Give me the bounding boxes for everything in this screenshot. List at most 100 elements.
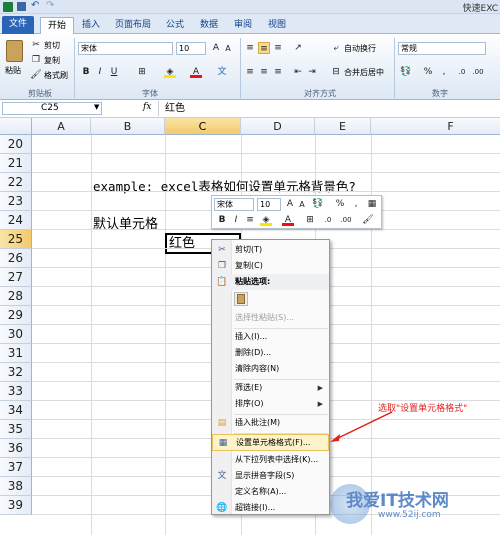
format-painter-icon[interactable]: 🖌 — [362, 214, 374, 226]
merge-center-label[interactable]: 合并后居中 — [344, 67, 384, 78]
column-header-c[interactable]: C — [165, 118, 241, 135]
row-header-25[interactable]: 25 — [0, 230, 32, 249]
menu-item-filter[interactable]: 筛选(E) ▶ — [212, 380, 329, 396]
menu-item-format-cells[interactable]: ▦ 设置单元格格式(F)... — [212, 434, 329, 451]
redo-icon[interactable]: ↷ — [46, 0, 54, 11]
underline-button[interactable]: U — [108, 66, 120, 78]
accounting-icon[interactable]: 💱 — [312, 198, 324, 210]
tab-formulas[interactable]: 公式 — [160, 17, 190, 34]
copy-icon[interactable]: ❐ — [30, 54, 42, 66]
fill-color-icon[interactable]: ◈ — [164, 66, 176, 78]
bold-button[interactable]: B — [80, 66, 92, 78]
tab-insert[interactable]: 插入 — [76, 17, 106, 34]
menu-item-cut[interactable]: ✂ 剪切(T) — [212, 242, 329, 258]
save-icon[interactable] — [17, 2, 26, 11]
cut-label[interactable]: 剪切 — [44, 40, 60, 51]
row-header-20[interactable]: 20 — [0, 135, 32, 154]
row-header-32[interactable]: 32 — [0, 363, 32, 382]
column-header-b[interactable]: B — [91, 118, 165, 135]
row-header-21[interactable]: 21 — [0, 154, 32, 173]
align-top-icon[interactable]: ≡ — [244, 42, 256, 54]
row-header-35[interactable]: 35 — [0, 420, 32, 439]
increase-decimal-icon[interactable]: .0 — [456, 66, 468, 78]
cell-b24[interactable]: 默认单元格 — [93, 215, 158, 234]
decrease-decimal-icon[interactable]: .00 — [340, 214, 352, 226]
tab-file[interactable]: 文件 — [2, 16, 34, 34]
mini-bold-button[interactable]: B — [216, 214, 228, 226]
increase-indent-icon[interactable]: ⇥ — [306, 66, 318, 78]
menu-item-sort[interactable]: 排序(O) ▶ — [212, 396, 329, 412]
tab-home[interactable]: 开始 — [40, 17, 74, 34]
align-middle-icon[interactable]: ≡ — [258, 42, 270, 54]
format-painter-icon[interactable]: 🖌 — [30, 69, 42, 81]
font-color-icon[interactable]: A — [282, 214, 294, 226]
borders-icon[interactable]: ⊞ — [136, 66, 148, 78]
row-header-31[interactable]: 31 — [0, 344, 32, 363]
menu-item-hyperlink[interactable]: 🌐 超链接(I)... — [212, 500, 329, 516]
row-header-38[interactable]: 38 — [0, 477, 32, 496]
chevron-down-icon[interactable]: ▼ — [94, 103, 99, 111]
borders-icon[interactable]: ⊞ — [304, 214, 316, 226]
paste-button[interactable]: 粘贴 — [3, 38, 27, 82]
number-format-combo[interactable]: 常规 — [398, 42, 486, 55]
menu-item-delete[interactable]: 删除(D)... — [212, 345, 329, 361]
row-header-37[interactable]: 37 — [0, 458, 32, 477]
undo-icon[interactable]: ↶ — [31, 0, 39, 11]
column-header-f[interactable]: F — [371, 118, 500, 135]
mini-italic-button[interactable]: I — [230, 214, 242, 226]
cell-b22[interactable]: example: excel表格如何设置单元格背景色? — [93, 177, 356, 196]
column-header-e[interactable]: E — [315, 118, 371, 135]
row-header-33[interactable]: 33 — [0, 382, 32, 401]
format-table-icon[interactable]: ▦ — [366, 198, 378, 210]
menu-item-copy[interactable]: ❐ 复制(C) — [212, 258, 329, 274]
menu-item-pick-from-list[interactable]: 从下拉列表中选择(K)... — [212, 452, 329, 468]
tab-view[interactable]: 视图 — [262, 17, 292, 34]
percent-button[interactable]: % — [422, 66, 434, 78]
paste-option-button[interactable] — [234, 292, 248, 306]
row-header-30[interactable]: 30 — [0, 325, 32, 344]
mini-comma-button[interactable]: , — [350, 198, 362, 210]
column-header-d[interactable]: D — [241, 118, 315, 135]
row-header-39[interactable]: 39 — [0, 496, 32, 515]
row-header-34[interactable]: 34 — [0, 401, 32, 420]
row-header-23[interactable]: 23 — [0, 192, 32, 211]
row-header-24[interactable]: 24 — [0, 211, 32, 230]
mini-font-combo[interactable]: 宋体 — [214, 198, 254, 211]
row-header-22[interactable]: 22 — [0, 173, 32, 192]
increase-decimal-icon[interactable]: .0 — [322, 214, 334, 226]
mini-align-button[interactable]: ≡ — [244, 214, 256, 226]
orientation-icon[interactable]: ↗ — [292, 42, 304, 54]
phonetic-icon[interactable]: 文 — [216, 66, 228, 78]
mini-size-combo[interactable]: 10 — [257, 198, 281, 211]
row-header-27[interactable]: 27 — [0, 268, 32, 287]
column-header-a[interactable]: A — [32, 118, 91, 135]
decrease-decimal-icon[interactable]: .00 — [472, 66, 484, 78]
comma-button[interactable]: , — [438, 66, 450, 78]
tab-review[interactable]: 审阅 — [228, 17, 258, 34]
menu-item-insert[interactable]: 插入(I)... — [212, 329, 329, 345]
select-all-corner[interactable] — [0, 118, 32, 135]
row-header-28[interactable]: 28 — [0, 287, 32, 306]
grow-font-icon[interactable]: A — [284, 198, 296, 210]
wrap-text-icon[interactable]: ⤶ — [330, 42, 342, 54]
mini-percent-button[interactable]: % — [334, 198, 346, 210]
row-header-26[interactable]: 26 — [0, 249, 32, 268]
row-header-36[interactable]: 36 — [0, 439, 32, 458]
italic-button[interactable]: I — [94, 66, 106, 78]
name-box[interactable]: C25 — [2, 102, 102, 115]
row-header-29[interactable]: 29 — [0, 306, 32, 325]
fx-icon[interactable]: fx — [143, 102, 151, 112]
font-name-combo[interactable]: 宋体 — [78, 42, 173, 55]
shrink-font-icon[interactable]: A — [296, 199, 308, 211]
fill-color-icon[interactable]: ◈ — [260, 214, 272, 226]
menu-item-show-phonetic[interactable]: 文 显示拼音字段(S) — [212, 468, 329, 484]
align-bottom-icon[interactable]: ≡ — [272, 42, 284, 54]
font-size-combo[interactable]: 10 — [176, 42, 206, 55]
menu-item-define-name[interactable]: 定义名称(A)... — [212, 484, 329, 500]
align-left-icon[interactable]: ≡ — [244, 66, 256, 78]
accounting-icon[interactable]: 💱 — [400, 66, 412, 78]
shrink-font-icon[interactable]: A — [222, 43, 234, 55]
menu-item-paste-special[interactable]: 选择性粘贴(S)... — [212, 310, 329, 326]
wrap-text-label[interactable]: 自动换行 — [344, 43, 376, 54]
scissors-icon[interactable]: ✂ — [30, 39, 42, 51]
